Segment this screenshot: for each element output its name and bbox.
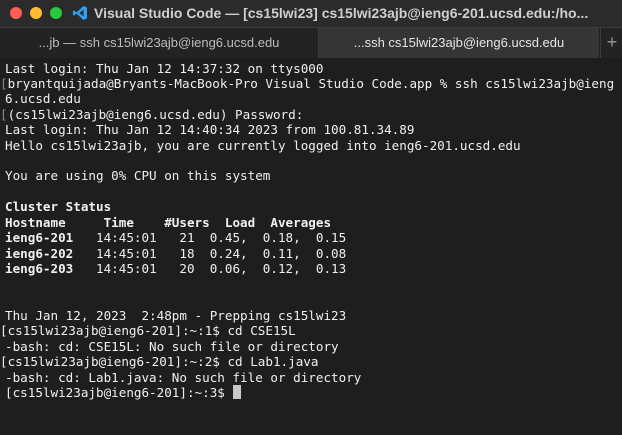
terminal-line: [cs15lwi23ajb@ieng6-201]:~:1$ cd CSE15L: [0, 323, 296, 338]
terminal-line: ieng6-201 14:45:01 21 0.45, 0.18, 0.15: [5, 230, 347, 245]
terminal-line: ieng6-202 14:45:01 18 0.24, 0.11, 0.08: [5, 246, 347, 261]
terminal-line: 6.ucsd.edu: [5, 91, 81, 106]
tab-bar: ...jb — ssh cs15lwi23ajb@ieng6.ucsd.edu …: [0, 27, 622, 58]
minimize-window-button[interactable]: [30, 7, 42, 19]
terminal-prompt[interactable]: [cs15lwi23ajb@ieng6-201]:~:3$: [5, 385, 242, 401]
zoom-window-button[interactable]: [50, 7, 62, 19]
terminal-line: Last login: Thu Jan 12 14:37:32 on ttys0…: [5, 61, 324, 76]
tab-ssh-session-1[interactable]: ...jb — ssh cs15lwi23ajb@ieng6.ucsd.edu: [0, 28, 319, 58]
terminal-cursor: [233, 385, 242, 399]
terminal-line: Thu Jan 12, 2023 2:48pm - Prepping cs15l…: [5, 308, 347, 323]
terminal-line: [(cs15lwi23ajb@ieng6.ucsd.edu) Password:: [0, 107, 304, 122]
terminal-line: [cs15lwi23ajb@ieng6-201]:~:2$ cd Lab1.ja…: [0, 354, 319, 369]
terminal-line: Hostname Time #Users Load Averages: [5, 215, 332, 230]
terminal-line: [bryantquijada@Bryants-MacBook-Pro Visua…: [0, 76, 615, 91]
terminal-line: You are using 0% CPU on this system: [5, 168, 271, 183]
title-bar: Visual Studio Code — [cs15lwi23] cs15lwi…: [0, 0, 622, 27]
tab-ssh-session-2[interactable]: ...ssh cs15lwi23ajb@ieng6.ucsd.edu: [319, 28, 599, 58]
window-title: Visual Studio Code — [cs15lwi23] cs15lwi…: [94, 5, 589, 21]
terminal-output[interactable]: Last login: Thu Jan 12 14:37:32 on ttys0…: [0, 58, 622, 435]
close-window-button[interactable]: [10, 7, 22, 19]
terminal-line: Cluster Status: [5, 199, 112, 214]
terminal-line: -bash: cd: CSE15L: No such file or direc…: [5, 339, 339, 354]
terminal-line: ieng6-203 14:45:01 20 0.06, 0.12, 0.13: [5, 261, 347, 276]
plus-icon[interactable]: +: [600, 28, 622, 58]
terminal-line: -bash: cd: Lab1.java: No such file or di…: [5, 370, 362, 385]
terminal-line: Last login: Thu Jan 12 14:40:34 2023 fro…: [5, 122, 415, 137]
vscode-icon: [72, 5, 88, 21]
terminal-line: Hello cs15lwi23ajb, you are currently lo…: [5, 138, 521, 153]
